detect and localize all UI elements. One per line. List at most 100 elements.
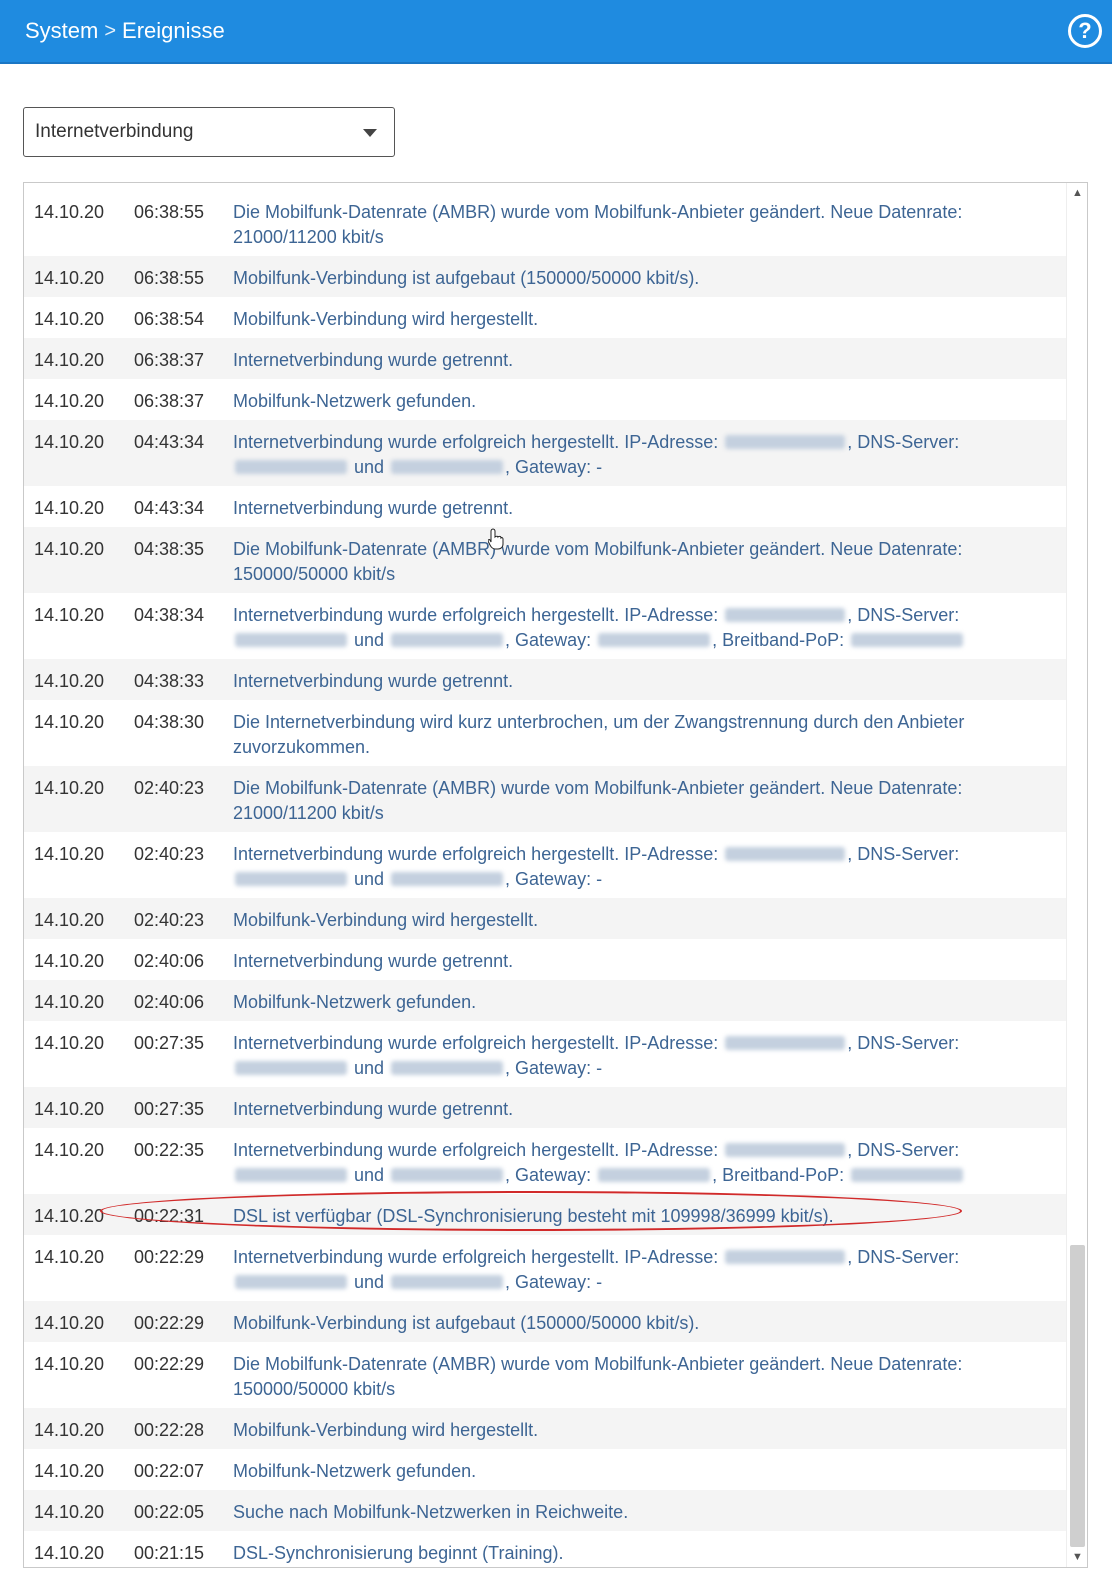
event-message-text: DSL ist verfügbar (DSL-Synchronisierung … — [233, 1206, 834, 1226]
help-icon[interactable]: ? — [1068, 14, 1102, 48]
event-message-text: , Breitband-PoP: — [712, 630, 850, 650]
event-message[interactable]: Mobilfunk-Verbindung wird hergestellt. — [233, 1418, 1066, 1443]
event-message[interactable]: Die Mobilfunk-Datenrate (AMBR) wurde vom… — [233, 537, 1066, 587]
event-message-text: , Breitband-PoP: — [712, 1165, 850, 1185]
event-message-text: , Gateway: - — [505, 869, 603, 889]
event-time: 06:38:37 — [134, 350, 205, 370]
event-message-text: Suche nach Mobilfunk-Netzwerken in Reich… — [233, 1502, 629, 1522]
event-row: 14.10.20 06:38:55 Mobilfunk-Verbindung ist… — [24, 256, 1066, 297]
event-list: 14.10.20 06:38:55 Die Mobilfunk-Datenrate … — [24, 190, 1066, 1567]
event-message[interactable]: DSL-Synchronisierung beginnt (Training). — [233, 1541, 1066, 1566]
event-time: 00:22:05 — [134, 1502, 205, 1522]
event-time: 00:22:29 — [134, 1247, 205, 1267]
redacted-value — [235, 1168, 347, 1182]
event-message[interactable]: DSL ist verfügbar (DSL-Synchronisierung … — [233, 1204, 1066, 1229]
scroll-thumb[interactable] — [1070, 1245, 1085, 1547]
event-log[interactable]: 14.10.20 06:38:55 Die Mobilfunk-Datenrate … — [23, 182, 1088, 1568]
event-time: 02:40:23 — [134, 778, 205, 798]
event-message[interactable]: Suche nach Mobilfunk-Netzwerken in Reich… — [233, 1500, 1066, 1525]
event-message-text: Internetverbindung wurde erfolgreich her… — [233, 1140, 724, 1160]
scrollbar[interactable]: ▲ ▼ — [1066, 183, 1087, 1567]
event-row: 14.10.20 04:38:34 Internetverbindung wurde… — [24, 593, 1066, 659]
event-date: 14.10.20 — [34, 992, 105, 1012]
scroll-down-icon[interactable]: ▼ — [1067, 1549, 1087, 1565]
event-message-text: Mobilfunk-Verbindung wird hergestellt. — [233, 309, 539, 329]
event-filter-value: Internetverbindung — [35, 121, 194, 142]
event-message[interactable]: Internetverbindung wurde getrennt. — [233, 496, 1066, 521]
event-message[interactable]: Mobilfunk-Verbindung wird hergestellt. — [233, 908, 1066, 933]
event-message[interactable]: Mobilfunk-Verbindung ist aufgebaut (1500… — [233, 1311, 1066, 1336]
event-message[interactable]: Internetverbindung wurde erfolgreich her… — [233, 603, 1066, 653]
scroll-up-icon[interactable]: ▲ — [1067, 185, 1087, 201]
event-time: 00:21:15 — [134, 1543, 205, 1563]
event-message-text: Internetverbindung wurde getrennt. — [233, 951, 514, 971]
redacted-value — [235, 1275, 347, 1289]
event-date: 14.10.20 — [34, 951, 105, 971]
event-message[interactable]: Internetverbindung wurde getrennt. — [233, 949, 1066, 974]
event-time: 04:43:34 — [134, 498, 205, 518]
redacted-value — [235, 1061, 347, 1075]
event-message[interactable]: Internetverbindung wurde erfolgreich her… — [233, 1031, 1066, 1081]
event-date: 14.10.20 — [34, 1461, 105, 1481]
event-message-text: Internetverbindung wurde getrennt. — [233, 1099, 514, 1119]
event-message-text: und — [349, 1058, 390, 1078]
event-message-text: und — [349, 869, 390, 889]
event-date: 14.10.20 — [34, 309, 105, 329]
event-message[interactable]: Die Mobilfunk-Datenrate (AMBR) wurde vom… — [233, 776, 1066, 826]
event-message-text: und — [349, 630, 390, 650]
event-message[interactable]: Die Mobilfunk-Datenrate (AMBR) wurde vom… — [233, 200, 1066, 250]
event-message-text: Mobilfunk-Netzwerk gefunden. — [233, 391, 477, 411]
event-message[interactable]: Internetverbindung wurde erfolgreich her… — [233, 1138, 1066, 1188]
breadcrumb-events[interactable]: Ereignisse — [122, 18, 225, 44]
event-message[interactable]: Internetverbindung wurde getrennt. — [233, 669, 1066, 694]
event-row: 14.10.20 02:40:06 Internetverbindung wurde… — [24, 939, 1066, 980]
event-message[interactable]: Mobilfunk-Verbindung ist aufgebaut (1500… — [233, 266, 1066, 291]
event-message-text: , DNS-Server: — [847, 1140, 960, 1160]
event-time: 02:40:23 — [134, 910, 205, 930]
event-message-text: Die Mobilfunk-Datenrate (AMBR) wurde vom… — [233, 778, 963, 823]
event-message-text: , DNS-Server: — [847, 844, 960, 864]
event-date: 14.10.20 — [34, 1543, 105, 1563]
event-message[interactable]: Internetverbindung wurde erfolgreich her… — [233, 430, 1066, 480]
event-date: 14.10.20 — [34, 778, 105, 798]
event-message-text: Internetverbindung wurde getrennt. — [233, 671, 514, 691]
redacted-value — [391, 633, 504, 647]
event-message-text: , Gateway: - — [505, 1058, 603, 1078]
event-message[interactable]: Internetverbindung wurde erfolgreich her… — [233, 1245, 1066, 1295]
event-row: 14.10.20 02:40:06 Mobilfunk-Netzwerk gefun… — [24, 980, 1066, 1021]
event-filter-select[interactable]: Internetverbindung — [23, 107, 395, 157]
event-message-text: Mobilfunk-Verbindung wird hergestellt. — [233, 910, 539, 930]
event-message[interactable]: Internetverbindung wurde getrennt. — [233, 348, 1066, 373]
event-message[interactable]: Mobilfunk-Netzwerk gefunden. — [233, 990, 1066, 1015]
event-message[interactable]: Internetverbindung wurde erfolgreich her… — [233, 842, 1066, 892]
event-time: 00:27:35 — [134, 1033, 205, 1053]
event-time: 00:22:31 — [134, 1206, 205, 1226]
event-date: 14.10.20 — [34, 671, 105, 691]
event-row: 14.10.20 00:22:29 Die Mobilfunk-Datenrate … — [24, 1342, 1066, 1408]
event-row: 14.10.20 00:22:35 Internetverbindung wurde… — [24, 1128, 1066, 1194]
event-message-text: , DNS-Server: — [847, 1247, 960, 1267]
event-date: 14.10.20 — [34, 498, 105, 518]
event-message[interactable]: Mobilfunk-Netzwerk gefunden. — [233, 1459, 1066, 1484]
event-message-text: Internetverbindung wurde erfolgreich her… — [233, 844, 724, 864]
event-row: 14.10.20 02:40:23 Die Mobilfunk-Datenrate … — [24, 766, 1066, 832]
event-message[interactable]: Mobilfunk-Netzwerk gefunden. — [233, 389, 1066, 414]
event-message[interactable]: Internetverbindung wurde getrennt. — [233, 1097, 1066, 1122]
event-message[interactable]: Die Internetverbindung wird kurz unterbr… — [233, 710, 1066, 760]
event-row: 14.10.20 02:40:23 Internetverbindung wurde… — [24, 832, 1066, 898]
event-message-text: Internetverbindung wurde erfolgreich her… — [233, 432, 724, 452]
redacted-value — [851, 633, 964, 647]
event-date: 14.10.20 — [34, 1354, 105, 1374]
breadcrumb-system[interactable]: System — [25, 18, 98, 44]
event-row: 14.10.20 00:21:15 DSL-Synchronisierung beg… — [24, 1531, 1066, 1567]
event-date: 14.10.20 — [34, 910, 105, 930]
event-time: 00:27:35 — [134, 1099, 205, 1119]
event-row: 14.10.20 00:27:35 Internetverbindung wurde… — [24, 1087, 1066, 1128]
event-message[interactable]: Mobilfunk-Verbindung wird hergestellt. — [233, 307, 1066, 332]
event-message-text: Internetverbindung wurde erfolgreich her… — [233, 1033, 724, 1053]
redacted-value — [235, 633, 347, 647]
event-row: 14.10.20 04:38:30 Die Internetverbindung w… — [24, 700, 1066, 766]
event-time: 06:38:54 — [134, 309, 205, 329]
event-row: 14.10.20 00:22:29 Mobilfunk-Verbindung ist… — [24, 1301, 1066, 1342]
event-message[interactable]: Die Mobilfunk-Datenrate (AMBR) wurde vom… — [233, 1352, 1066, 1402]
